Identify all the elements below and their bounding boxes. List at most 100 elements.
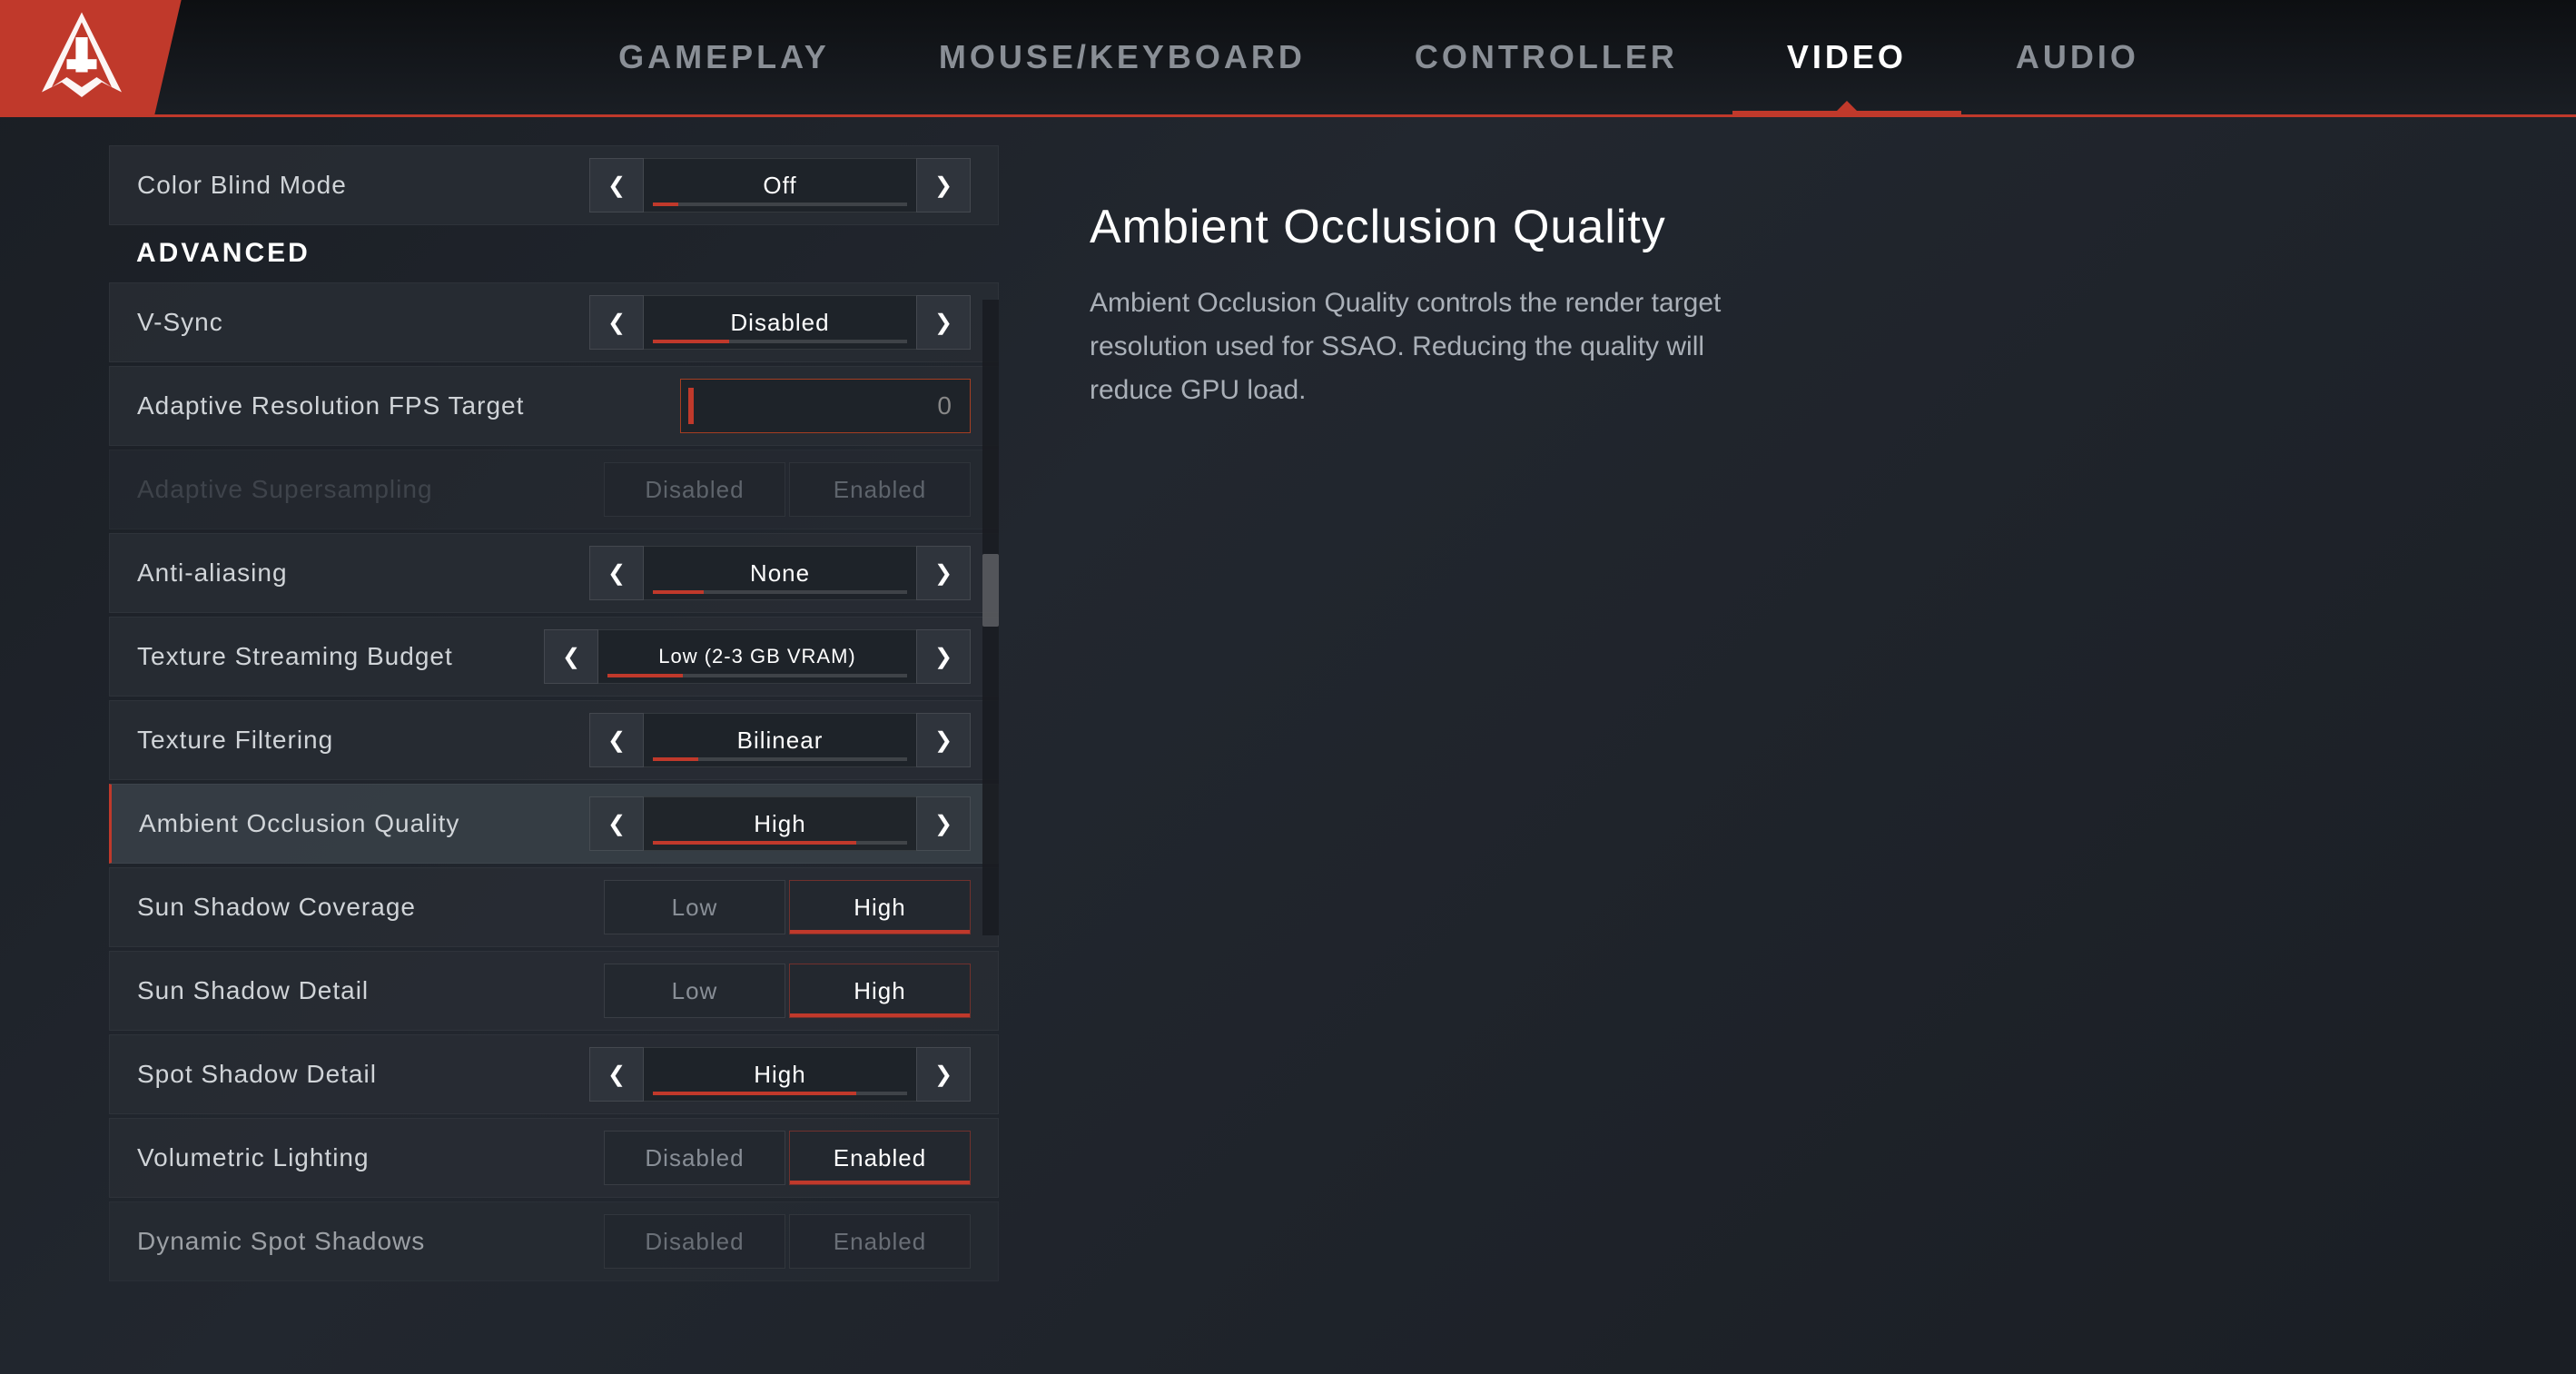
ambient-occlusion-row[interactable]: Ambient Occlusion Quality ❮ High ❯ (109, 784, 999, 864)
volumetric-lighting-toggle: Disabled Enabled (604, 1131, 971, 1185)
nav-tabs: GAMEPLAY MOUSE/KEYBOARD CONTROLLER VIDEO… (182, 0, 2576, 114)
volumetric-lighting-disabled-btn[interactable]: Disabled (604, 1131, 785, 1185)
vsync-bar (653, 340, 907, 343)
anti-aliasing-label: Anti-aliasing (137, 558, 589, 588)
anti-aliasing-next-btn[interactable]: ❯ (916, 546, 971, 600)
top-navigation: GAMEPLAY MOUSE/KEYBOARD CONTROLLER VIDEO… (0, 0, 2576, 117)
scrollbar-thumb[interactable] (982, 554, 999, 627)
texture-budget-arrow-right-icon: ❯ (934, 644, 952, 670)
anti-aliasing-bar-fill (653, 590, 704, 594)
sun-shadow-coverage-row[interactable]: Sun Shadow Coverage Low High (109, 867, 999, 947)
tab-gameplay[interactable]: GAMEPLAY (564, 0, 884, 114)
sun-shadow-detail-row[interactable]: Sun Shadow Detail Low High (109, 951, 999, 1031)
anti-aliasing-prev-btn[interactable]: ❮ (589, 546, 644, 600)
spot-shadow-detail-selector: ❮ High ❯ (589, 1047, 971, 1102)
dynamic-spot-shadows-toggle: Disabled Enabled (604, 1214, 971, 1269)
dynamic-spot-shadows-disabled-btn[interactable]: Disabled (604, 1214, 785, 1269)
vsync-prev-btn[interactable]: ❮ (589, 295, 644, 350)
spot-shadow-detail-arrow-right-icon: ❯ (934, 1062, 952, 1088)
info-panel: Ambient Occlusion Quality Ambient Occlus… (999, 127, 2576, 1374)
info-title: Ambient Occlusion Quality (1090, 200, 2503, 254)
volumetric-lighting-row[interactable]: Volumetric Lighting Disabled Enabled (109, 1118, 999, 1198)
tab-mouse-keyboard[interactable]: MOUSE/KEYBOARD (884, 0, 1360, 114)
texture-budget-arrow-left-icon: ❮ (562, 644, 580, 670)
volumetric-lighting-label: Volumetric Lighting (137, 1143, 604, 1172)
color-blind-next-btn[interactable]: ❯ (916, 158, 971, 213)
sun-shadow-coverage-low-label: Low (672, 894, 718, 922)
dynamic-spot-shadows-disabled-label: Disabled (645, 1228, 744, 1256)
adaptive-supersampling-disabled-label: Disabled (645, 476, 744, 504)
anti-aliasing-arrow-right-icon: ❯ (934, 560, 952, 587)
texture-budget-bar (607, 674, 907, 677)
sun-shadow-coverage-low-btn[interactable]: Low (604, 880, 785, 934)
sun-shadow-coverage-label: Sun Shadow Coverage (137, 893, 604, 922)
adaptive-supersampling-enabled-btn[interactable]: Enabled (789, 462, 971, 517)
texture-filtering-bar (653, 757, 907, 761)
volumetric-lighting-disabled-label: Disabled (645, 1144, 744, 1172)
texture-budget-value: Low (2-3 GB VRAM) (658, 645, 856, 668)
ambient-occlusion-value: High (754, 810, 805, 838)
tab-video[interactable]: VIDEO (1732, 0, 1961, 114)
texture-budget-prev-btn[interactable]: ❮ (544, 629, 598, 684)
color-blind-prev-btn[interactable]: ❮ (589, 158, 644, 213)
color-blind-value: Off (763, 172, 796, 200)
anti-aliasing-row[interactable]: Anti-aliasing ❮ None ❯ (109, 533, 999, 613)
anti-aliasing-selector: ❮ None ❯ (589, 546, 971, 600)
ambient-occlusion-prev-btn[interactable]: ❮ (589, 796, 644, 851)
ambient-occlusion-next-btn[interactable]: ❯ (916, 796, 971, 851)
spot-shadow-detail-next-btn[interactable]: ❯ (916, 1047, 971, 1102)
texture-budget-next-btn[interactable]: ❯ (916, 629, 971, 684)
texture-budget-row[interactable]: Texture Streaming Budget ❮ Low (2-3 GB V… (109, 617, 999, 697)
texture-filtering-arrow-right-icon: ❯ (934, 727, 952, 754)
adaptive-supersampling-disabled-btn[interactable]: Disabled (604, 462, 785, 517)
adaptive-supersampling-row[interactable]: Adaptive Supersampling Disabled Enabled (109, 450, 999, 529)
spot-shadow-detail-bar (653, 1092, 907, 1095)
volumetric-lighting-enabled-btn[interactable]: Enabled (789, 1131, 971, 1185)
scrollbar-track[interactable] (982, 300, 999, 935)
ambient-occlusion-arrow-left-icon: ❮ (607, 811, 626, 837)
color-blind-value-display: Off (644, 158, 916, 213)
info-description: Ambient Occlusion Quality controls the r… (1090, 282, 1725, 412)
anti-aliasing-value-display: None (644, 546, 916, 600)
vsync-row[interactable]: V-Sync ❮ Disabled ❯ (109, 282, 999, 362)
sun-shadow-coverage-toggle: Low High (604, 880, 971, 934)
color-blind-mode-row[interactable]: Color Blind Mode ❮ Off ❯ (109, 145, 999, 225)
arrow-left-icon: ❮ (607, 173, 626, 199)
tab-audio[interactable]: AUDIO (1961, 0, 2194, 114)
ambient-occlusion-value-display: High (644, 796, 916, 851)
sun-shadow-detail-low-btn[interactable]: Low (604, 964, 785, 1018)
vsync-next-btn[interactable]: ❯ (916, 295, 971, 350)
spot-shadow-detail-bar-fill (653, 1092, 856, 1095)
vsync-label: V-Sync (137, 308, 589, 337)
color-blind-bar-fill (653, 203, 678, 206)
sun-shadow-detail-high-label: High (854, 977, 905, 1005)
sun-shadow-detail-label: Sun Shadow Detail (137, 976, 604, 1005)
texture-filtering-next-btn[interactable]: ❯ (916, 713, 971, 767)
ambient-occlusion-bar (653, 841, 907, 845)
fps-input-area[interactable]: 0 (680, 379, 971, 433)
texture-filtering-row[interactable]: Texture Filtering ❮ Bilinear ❯ (109, 700, 999, 780)
adaptive-supersampling-label: Adaptive Supersampling (137, 475, 604, 504)
texture-filtering-arrow-left-icon: ❮ (607, 727, 626, 754)
color-blind-bar (653, 203, 907, 206)
texture-filtering-value-display: Bilinear (644, 713, 916, 767)
dynamic-spot-shadows-enabled-btn[interactable]: Enabled (789, 1214, 971, 1269)
tab-controller[interactable]: CONTROLLER (1360, 0, 1732, 114)
volumetric-lighting-enabled-label: Enabled (834, 1144, 926, 1172)
fps-bar-indicator (688, 388, 694, 424)
spot-shadow-detail-row[interactable]: Spot Shadow Detail ❮ High ❯ (109, 1034, 999, 1114)
dynamic-spot-shadows-row[interactable]: Dynamic Spot Shadows Disabled Enabled (109, 1201, 999, 1281)
spot-shadow-detail-arrow-left-icon: ❮ (607, 1062, 626, 1088)
sun-shadow-detail-high-btn[interactable]: High (789, 964, 971, 1018)
spot-shadow-detail-prev-btn[interactable]: ❮ (589, 1047, 644, 1102)
dynamic-spot-shadows-enabled-label: Enabled (834, 1228, 926, 1256)
ambient-occlusion-label: Ambient Occlusion Quality (139, 809, 589, 838)
sun-shadow-coverage-high-btn[interactable]: High (789, 880, 971, 934)
adaptive-fps-row[interactable]: Adaptive Resolution FPS Target 0 (109, 366, 999, 446)
anti-aliasing-arrow-left-icon: ❮ (607, 560, 626, 587)
sun-shadow-detail-toggle: Low High (604, 964, 971, 1018)
logo-area (0, 0, 182, 116)
spot-shadow-detail-value-display: High (644, 1047, 916, 1102)
texture-filtering-prev-btn[interactable]: ❮ (589, 713, 644, 767)
spot-shadow-detail-value: High (754, 1061, 805, 1089)
